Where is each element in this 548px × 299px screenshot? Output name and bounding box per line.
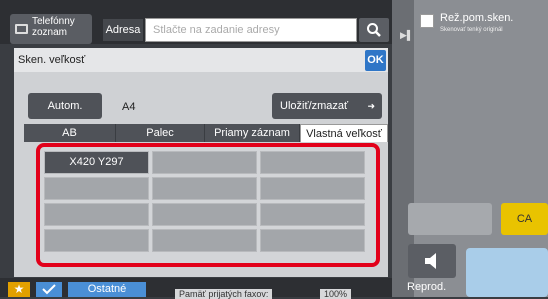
speaker-button[interactable] — [408, 244, 456, 278]
check-icon — [42, 284, 56, 295]
arrow-right-icon: ➜ — [367, 101, 375, 111]
scan-size-dialog: Sken. veľkosť OK Autom. A4 Uložiť/zmazať… — [14, 48, 388, 277]
fax-memory-label: Pamäť prijatých faxov: — [175, 289, 273, 299]
custom-size-cell[interactable] — [260, 151, 365, 174]
ok-button[interactable]: OK — [365, 50, 386, 71]
custom-size-cell[interactable] — [260, 177, 365, 200]
custom-size-cell[interactable] — [260, 229, 365, 252]
start-button[interactable] — [466, 248, 548, 297]
search-button[interactable] — [359, 18, 389, 42]
custom-size-cell[interactable] — [152, 151, 257, 174]
phonebook-label: Telefónny zoznam — [32, 16, 75, 38]
scan-mode-checkbox[interactable] — [420, 14, 434, 28]
custom-size-cell[interactable] — [44, 229, 149, 252]
dialog-title: Sken. veľkosť — [18, 54, 86, 66]
custom-size-cell[interactable] — [260, 203, 365, 226]
scan-mode-title: Rež.pom.sken. — [440, 12, 514, 24]
tab-custom-size[interactable]: Vlastná veľkosť — [300, 124, 388, 142]
address-input[interactable]: Stlačte na zadanie adresy — [145, 18, 357, 42]
check-button[interactable] — [36, 282, 62, 297]
address-tab[interactable]: Adresa — [103, 19, 143, 41]
custom-size-cell[interactable] — [152, 203, 257, 226]
save-delete-button[interactable]: Uložiť/zmazať ➜ — [272, 93, 382, 119]
disabled-button[interactable] — [408, 203, 492, 235]
scan-mode-subtitle: Skenovať tenký originál — [440, 27, 503, 33]
speaker-icon — [425, 253, 436, 269]
star-icon[interactable]: ★ — [8, 282, 30, 297]
fax-memory-value: 100% — [320, 289, 352, 299]
phonebook-button[interactable]: Telefónny zoznam — [10, 14, 92, 44]
custom-size-cell[interactable] — [44, 177, 149, 200]
custom-size-cell[interactable]: X420 Y297 — [44, 151, 149, 174]
reprod-label: Reprod. — [407, 281, 447, 293]
book-icon — [15, 24, 28, 34]
current-size-label: A4 — [122, 101, 136, 113]
search-icon — [367, 23, 381, 37]
save-delete-label: Uložiť/zmazať — [280, 100, 349, 112]
tab-direct-entry[interactable]: Priamy záznam — [205, 124, 300, 142]
tab-inch[interactable]: Palec — [116, 124, 205, 142]
clear-all-button[interactable]: CA — [501, 203, 548, 235]
custom-size-cell[interactable] — [152, 177, 257, 200]
auto-button[interactable]: Autom. — [28, 93, 102, 119]
tab-ab[interactable]: AB — [24, 124, 116, 142]
dialog-header: Sken. veľkosť OK — [14, 48, 388, 72]
other-button[interactable]: Ostatné — [68, 282, 146, 297]
custom-size-cell[interactable] — [44, 203, 149, 226]
expand-arrow-icon[interactable]: ▶▌ — [400, 30, 413, 41]
custom-size-grid: X420 Y297 — [36, 143, 380, 267]
custom-size-cell[interactable] — [152, 229, 257, 252]
